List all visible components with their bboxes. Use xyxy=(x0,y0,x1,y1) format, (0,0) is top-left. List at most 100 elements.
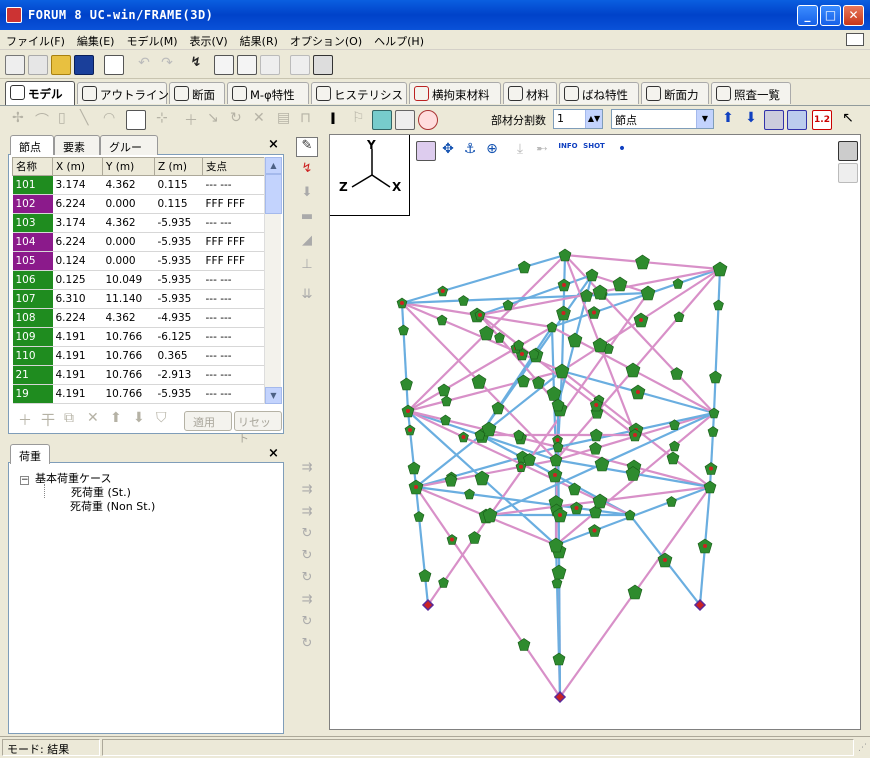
cell-x[interactable]: 4.191 xyxy=(52,327,103,347)
frame-node[interactable] xyxy=(436,314,448,326)
cell-y[interactable]: 10.766 xyxy=(102,384,155,404)
load-graph-icon[interactable]: ↯ xyxy=(296,161,318,181)
frame-node[interactable] xyxy=(624,509,636,521)
cell-y[interactable]: 10.049 xyxy=(102,270,155,290)
frame-node[interactable] xyxy=(502,299,514,311)
cell-x[interactable]: 0.124 xyxy=(52,251,103,271)
frame-node[interactable] xyxy=(712,261,728,277)
cell-id[interactable]: 109 xyxy=(12,327,53,347)
cell-x[interactable]: 4.191 xyxy=(52,384,103,404)
frame-node[interactable] xyxy=(707,426,719,437)
table-row[interactable]: 108 6.224 4.362 -4.935 --- --- xyxy=(12,308,265,328)
info-cursor-icon[interactable] xyxy=(395,110,415,130)
report-icon[interactable] xyxy=(214,55,234,75)
cell-z[interactable]: -2.913 xyxy=(154,365,203,385)
tab-material[interactable]: 材料 xyxy=(503,82,557,104)
frame-node[interactable] xyxy=(517,260,531,274)
minimize-button[interactable]: _ xyxy=(797,5,818,26)
frame-node[interactable] xyxy=(441,395,452,407)
cell-support[interactable]: --- --- xyxy=(202,346,265,366)
division-spinner[interactable]: 1 ▲▼ xyxy=(553,109,603,129)
cell-support[interactable]: --- --- xyxy=(202,289,265,309)
scroll-thumb[interactable] xyxy=(265,174,282,214)
node-panel-close-icon[interactable]: × xyxy=(268,137,279,152)
frame-node[interactable] xyxy=(672,278,684,289)
table-row[interactable]: 103 3.174 4.362 -5.935 --- --- xyxy=(12,213,265,233)
frame-node[interactable] xyxy=(440,414,451,426)
cell-y[interactable]: 4.362 xyxy=(102,308,155,328)
close-button[interactable]: ✕ xyxy=(843,5,864,26)
cell-z[interactable]: -4.935 xyxy=(154,308,203,328)
frame-node[interactable] xyxy=(567,332,583,348)
frame-node[interactable] xyxy=(437,383,451,397)
cell-z[interactable]: -5.935 xyxy=(154,270,203,290)
col-name[interactable]: 名称 xyxy=(12,157,53,176)
tab-outline[interactable]: アウトライン xyxy=(77,82,169,104)
cell-z[interactable]: -5.935 xyxy=(154,384,203,404)
frame-node[interactable] xyxy=(513,429,525,441)
table-row[interactable]: 110 4.191 10.766 0.365 --- --- xyxy=(12,346,265,366)
col-support[interactable]: 支点 xyxy=(202,157,265,176)
frame-node[interactable] xyxy=(709,370,722,384)
tab-nodes[interactable]: 節点 xyxy=(10,135,54,155)
frame-node[interactable] xyxy=(580,289,593,302)
frame-node[interactable] xyxy=(627,584,643,600)
cell-support[interactable]: FFF FFF xyxy=(202,194,265,214)
table-row[interactable]: 105 0.124 0.000 -5.935 FFF FFF xyxy=(12,251,265,271)
tree-item-dead-st[interactable]: 死荷重 (St.) xyxy=(44,484,155,499)
frame-node[interactable] xyxy=(551,564,567,580)
tab-groups[interactable]: グループ xyxy=(100,135,158,170)
tab-section-force[interactable]: 断面力 xyxy=(641,82,709,104)
tree-item-dead-nonst[interactable]: 死荷重 (Non St.) xyxy=(44,498,155,513)
frame-member[interactable] xyxy=(427,514,491,606)
tab-spring[interactable]: ばね特性 xyxy=(559,82,639,104)
model-viewport[interactable]: Y Z X ✥ ⚓ ⊕ ⤓ ➸ INFO SHOT • xyxy=(329,134,861,730)
frame-node[interactable] xyxy=(612,276,628,292)
frame-node[interactable] xyxy=(589,441,602,455)
title-bar[interactable]: FORUM 8 UC-win/FRAME(3D) _ □ ✕ xyxy=(0,0,870,30)
frame-node[interactable] xyxy=(418,569,432,582)
undo-icon[interactable]: ↶ xyxy=(134,55,154,75)
cell-y[interactable]: 10.766 xyxy=(102,365,155,385)
tab-elements[interactable]: 要素 xyxy=(54,135,100,155)
cell-id[interactable]: 101 xyxy=(12,175,53,195)
load-panel-close-icon[interactable]: × xyxy=(268,446,279,461)
cell-support[interactable]: --- --- xyxy=(202,175,265,195)
tree-root[interactable]: − 基本荷重ケース xyxy=(20,470,155,485)
cell-support[interactable]: FFF FFF xyxy=(202,251,265,271)
frame-node[interactable] xyxy=(546,386,562,401)
cell-z[interactable]: -6.125 xyxy=(154,327,203,347)
report-detail-icon[interactable] xyxy=(237,55,257,75)
frame-node[interactable] xyxy=(592,337,608,353)
cell-support[interactable]: --- --- xyxy=(202,308,265,328)
calculate-icon[interactable]: ↯ xyxy=(186,55,206,75)
frame-model-drawing[interactable] xyxy=(330,135,860,729)
cell-support[interactable]: --- --- xyxy=(202,384,265,404)
cell-x[interactable]: 4.191 xyxy=(52,346,103,366)
collapse-icon[interactable]: − xyxy=(20,476,29,485)
cell-id[interactable]: 108 xyxy=(12,308,53,328)
cell-support[interactable]: --- --- xyxy=(202,327,265,347)
print-preview-icon[interactable] xyxy=(104,55,124,75)
refresh-view-icon[interactable] xyxy=(787,110,807,130)
cell-x[interactable]: 3.174 xyxy=(52,175,103,195)
frame-node[interactable] xyxy=(551,577,563,589)
scroll-down-icon[interactable]: ▼ xyxy=(265,387,282,404)
open-folder-icon[interactable] xyxy=(51,55,71,75)
chevron-down-icon[interactable]: ▼ xyxy=(696,110,713,128)
menu-edit[interactable]: 編集(E) xyxy=(71,30,121,52)
frame-member[interactable] xyxy=(400,302,410,412)
frame-node[interactable] xyxy=(554,363,570,379)
cell-support[interactable]: FFF FFF xyxy=(202,232,265,252)
reset-button[interactable]: リセット xyxy=(234,411,282,445)
cell-x[interactable]: 6.224 xyxy=(52,232,103,252)
table-row[interactable]: 104 6.224 0.000 -5.935 FFF FFF xyxy=(12,232,265,252)
menu-file[interactable]: ファイル(F) xyxy=(0,30,71,52)
cell-y[interactable]: 0.000 xyxy=(102,232,155,252)
frame-node[interactable] xyxy=(640,285,656,301)
cell-id[interactable]: 110 xyxy=(12,346,53,366)
upload-arrow-icon[interactable]: ⬆ xyxy=(718,110,738,130)
frame-node[interactable] xyxy=(400,377,413,391)
frame-node[interactable] xyxy=(407,461,421,475)
cell-id[interactable]: 21 xyxy=(12,365,53,385)
